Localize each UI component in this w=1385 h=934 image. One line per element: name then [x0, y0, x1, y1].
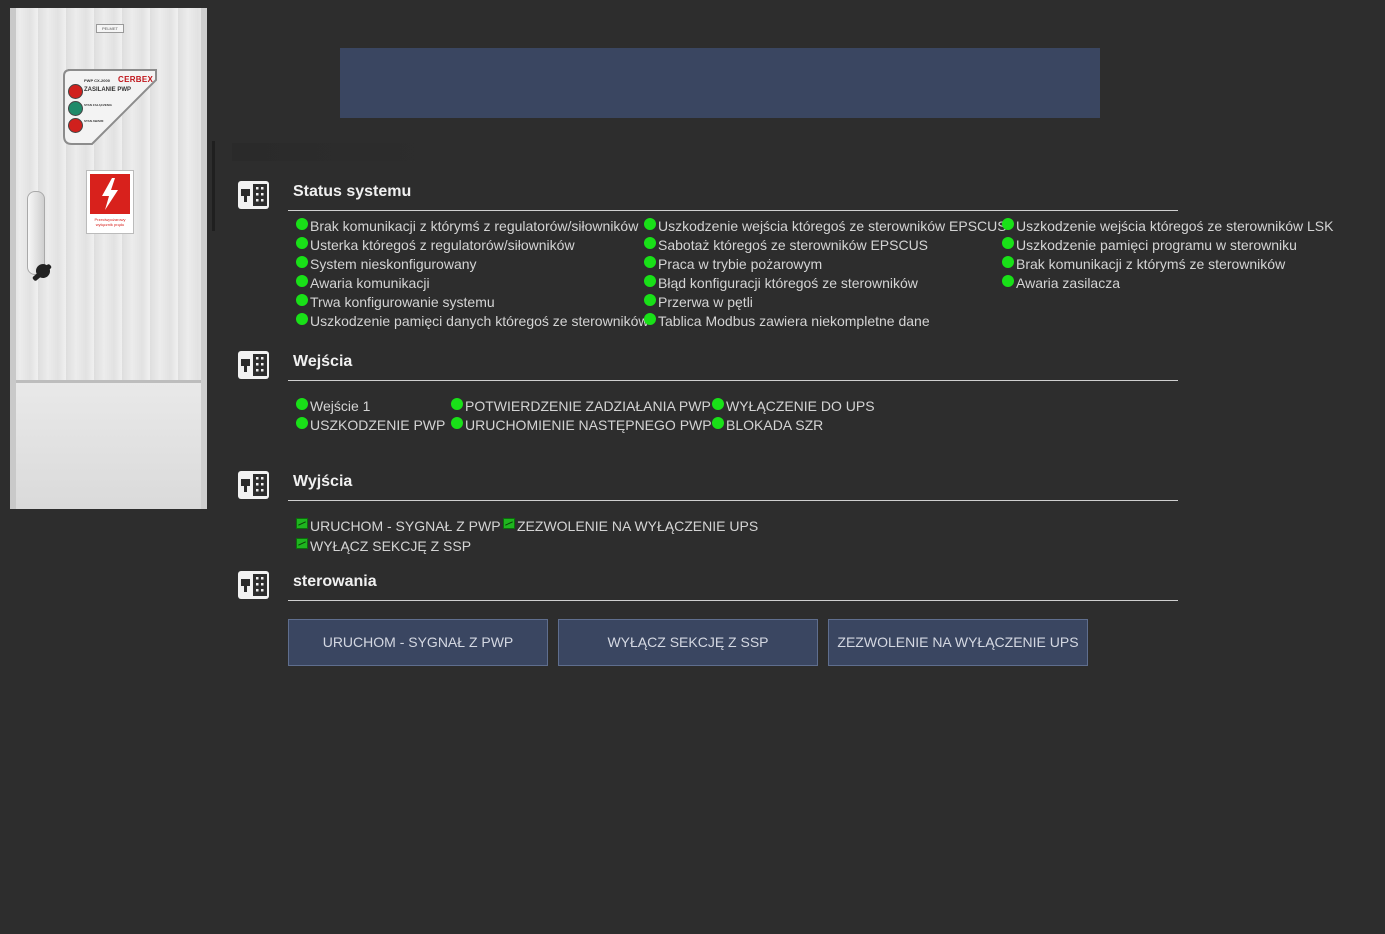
section-title-outputs: Wyjścia [293, 473, 353, 490]
cabinet-brand-plate: PELMET [96, 24, 124, 33]
status-ok-icon [296, 237, 308, 249]
lightning-icon [90, 174, 130, 214]
status-ok-icon [644, 237, 656, 249]
cabinet-edge-left [10, 8, 16, 509]
status-ok-icon [644, 275, 656, 287]
section-title-status: Status systemu [293, 183, 412, 200]
status-item: Uszkodzenie wejścia któregoś ze sterowni… [1002, 218, 1333, 234]
red-lamp-top [68, 84, 83, 99]
controller-icon [237, 180, 270, 210]
cabinet-base [10, 383, 207, 509]
status-ok-icon [451, 417, 463, 429]
start-signal-pwp-button[interactable]: URUCHOM - SYGNAŁ Z PWP [288, 619, 548, 666]
status-ok-icon [644, 218, 656, 230]
status-ok-icon [712, 398, 724, 410]
controller-icon [237, 570, 270, 600]
input-item: USZKODZENIE PWP [296, 417, 445, 433]
panel-title: ZASILANIE PWP [84, 87, 132, 93]
lamp-label-2: STAN AWARII [84, 119, 104, 123]
shadow-artifact [232, 143, 432, 161]
section-divider [288, 500, 1178, 501]
status-item: Awaria komunikacji [296, 275, 430, 291]
cabinet-edge-right [201, 8, 207, 509]
header-bar [340, 48, 1100, 118]
status-ok-icon [296, 313, 308, 325]
input-item: WYŁĄCZENIE DO UPS [712, 398, 875, 414]
lamp-label-1: STAN ZAŁĄCZENIA [84, 103, 112, 107]
controller-icon [237, 350, 270, 380]
input-item: BLOKADA SZR [712, 417, 823, 433]
status-ok-icon [1002, 218, 1014, 230]
status-item: Uszkodzenie wejścia któregoś ze sterowni… [644, 218, 1007, 234]
status-item: Uszkodzenie pamięci programu w sterownik… [1002, 237, 1297, 253]
section-divider [288, 380, 1178, 381]
status-item: Awaria zasilacza [1002, 275, 1120, 291]
section-title-inputs: Wejścia [293, 353, 353, 370]
status-item: Uszkodzenie pamięci danych któregoś ze s… [296, 313, 649, 329]
status-ok-icon [644, 313, 656, 325]
cabinet-control-panel: PWP CX-2000 CERBEX ZASILANIE PWP STAN ZA… [62, 68, 160, 145]
panel-logo: CERBEX [118, 75, 154, 84]
cabinet-image: PELMET PWP CX-2000 CERBEX ZASILANIE PWP … [10, 8, 207, 509]
status-item: Brak komunikacji z którymś ze sterownikó… [1002, 256, 1285, 272]
status-item: Usterka któregoś z regulatorów/siłownikó… [296, 237, 575, 253]
output-state-icon [503, 518, 515, 529]
divider-artifact [212, 141, 215, 231]
status-ok-icon [296, 256, 308, 268]
panel-model: PWP CX-2000 [84, 78, 110, 83]
input-item: URUCHOMIENIE NASTĘPNEGO PWP [451, 417, 712, 433]
section-divider [288, 210, 1178, 211]
fire-switch-sign: Przeciwpożarowy wyłącznik prądu [86, 170, 134, 234]
controller-icon [237, 470, 270, 500]
status-item: Błąd konfiguracji któregoś ze sterownikó… [644, 275, 918, 291]
sign-caption: Przeciwpożarowy wyłącznik prądu [94, 217, 126, 227]
status-item: Przerwa w pętli [644, 294, 753, 310]
section-divider [288, 600, 1178, 601]
status-ok-icon [712, 417, 724, 429]
status-item: Praca w trybie pożarowym [644, 256, 822, 272]
input-item: Wejście 1 [296, 398, 370, 414]
status-ok-icon [296, 294, 308, 306]
status-item: Brak komunikacji z którymś z regulatorów… [296, 218, 638, 234]
status-ok-icon [1002, 256, 1014, 268]
output-state-icon [296, 518, 308, 529]
status-ok-icon [296, 218, 308, 230]
output-item: WYŁĄCZ SEKCJĘ Z SSP [296, 538, 471, 554]
door-handle [27, 191, 45, 275]
status-ok-icon [1002, 275, 1014, 287]
green-lamp [68, 101, 83, 116]
allow-ups-shutdown-button[interactable]: ZEZWOLENIE NA WYŁĄCZENIE UPS [828, 619, 1088, 666]
output-item: URUCHOM - SYGNAŁ Z PWP [296, 518, 501, 534]
input-item: POTWIERDZENIE ZADZIAŁANIA PWP [451, 398, 711, 414]
status-ok-icon [1002, 237, 1014, 249]
status-ok-icon [296, 398, 308, 410]
status-item: System nieskonfigurowany [296, 256, 477, 272]
status-ok-icon [644, 256, 656, 268]
status-ok-icon [296, 417, 308, 429]
output-state-icon [296, 538, 308, 549]
disable-ssp-section-button[interactable]: WYŁĄCZ SEKCJĘ Z SSP [558, 619, 818, 666]
status-item: Sabotaż któregoś ze sterowników EPSCUS [644, 237, 928, 253]
status-item: Trwa konfigurowanie systemu [296, 294, 495, 310]
output-item: ZEZWOLENIE NA WYŁĄCZENIE UPS [503, 518, 758, 534]
red-lamp-bottom [68, 118, 83, 133]
status-ok-icon [451, 398, 463, 410]
status-ok-icon [296, 275, 308, 287]
status-ok-icon [644, 294, 656, 306]
status-item: Tablica Modbus zawiera niekompletne dane [644, 313, 930, 329]
section-title-controls: sterowania [293, 573, 377, 590]
